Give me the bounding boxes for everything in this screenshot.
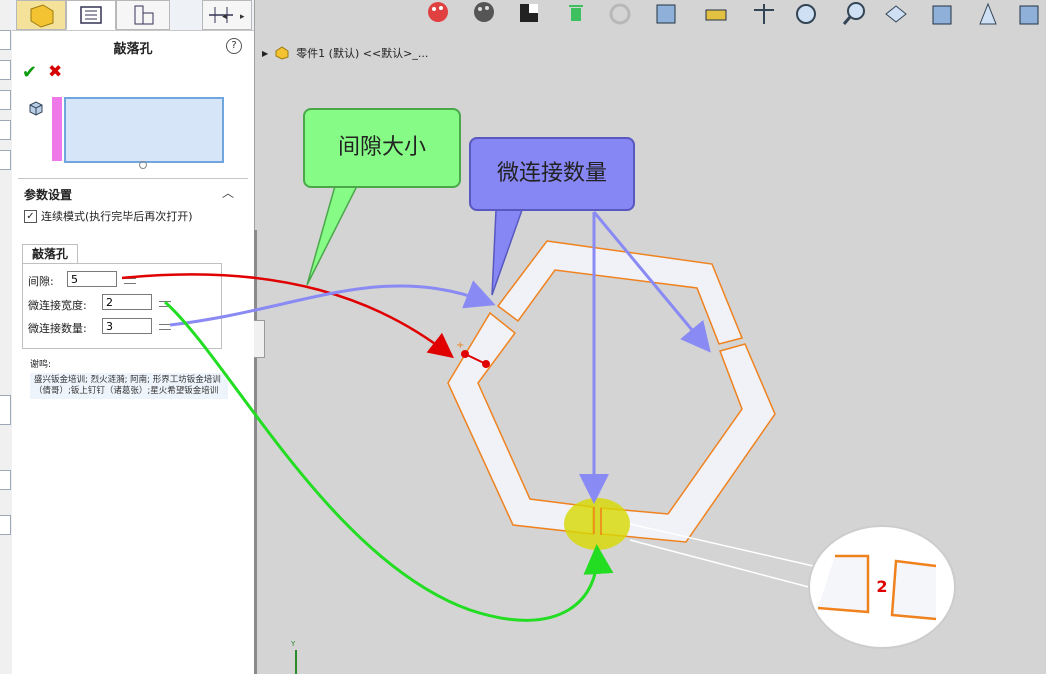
gap-indicator-dot [482,360,490,368]
zoom-microjoint-label: 2 [872,576,892,598]
gap-callout-tail [306,185,359,286]
hexagon-segment-right [600,343,776,543]
zoom-connector-line [629,539,821,591]
knockout-hexagon-segments [447,240,776,543]
graphics-canvas: + [121,185,956,674]
gap-indicator-dot [461,350,469,358]
hexagon-segment-left [447,311,594,535]
axis-y-label: Y [291,640,296,648]
origin-marker-icon: + [456,340,464,351]
count-callout: 微连接数量 [469,137,635,211]
zoom-segment-right [890,559,937,621]
microjoint-highlight [564,498,630,550]
zoom-connector-line [629,523,823,569]
gap-callout: 间隙大小 [303,108,461,188]
width-arrow [164,300,614,622]
hexagon-segment-top [496,240,744,345]
